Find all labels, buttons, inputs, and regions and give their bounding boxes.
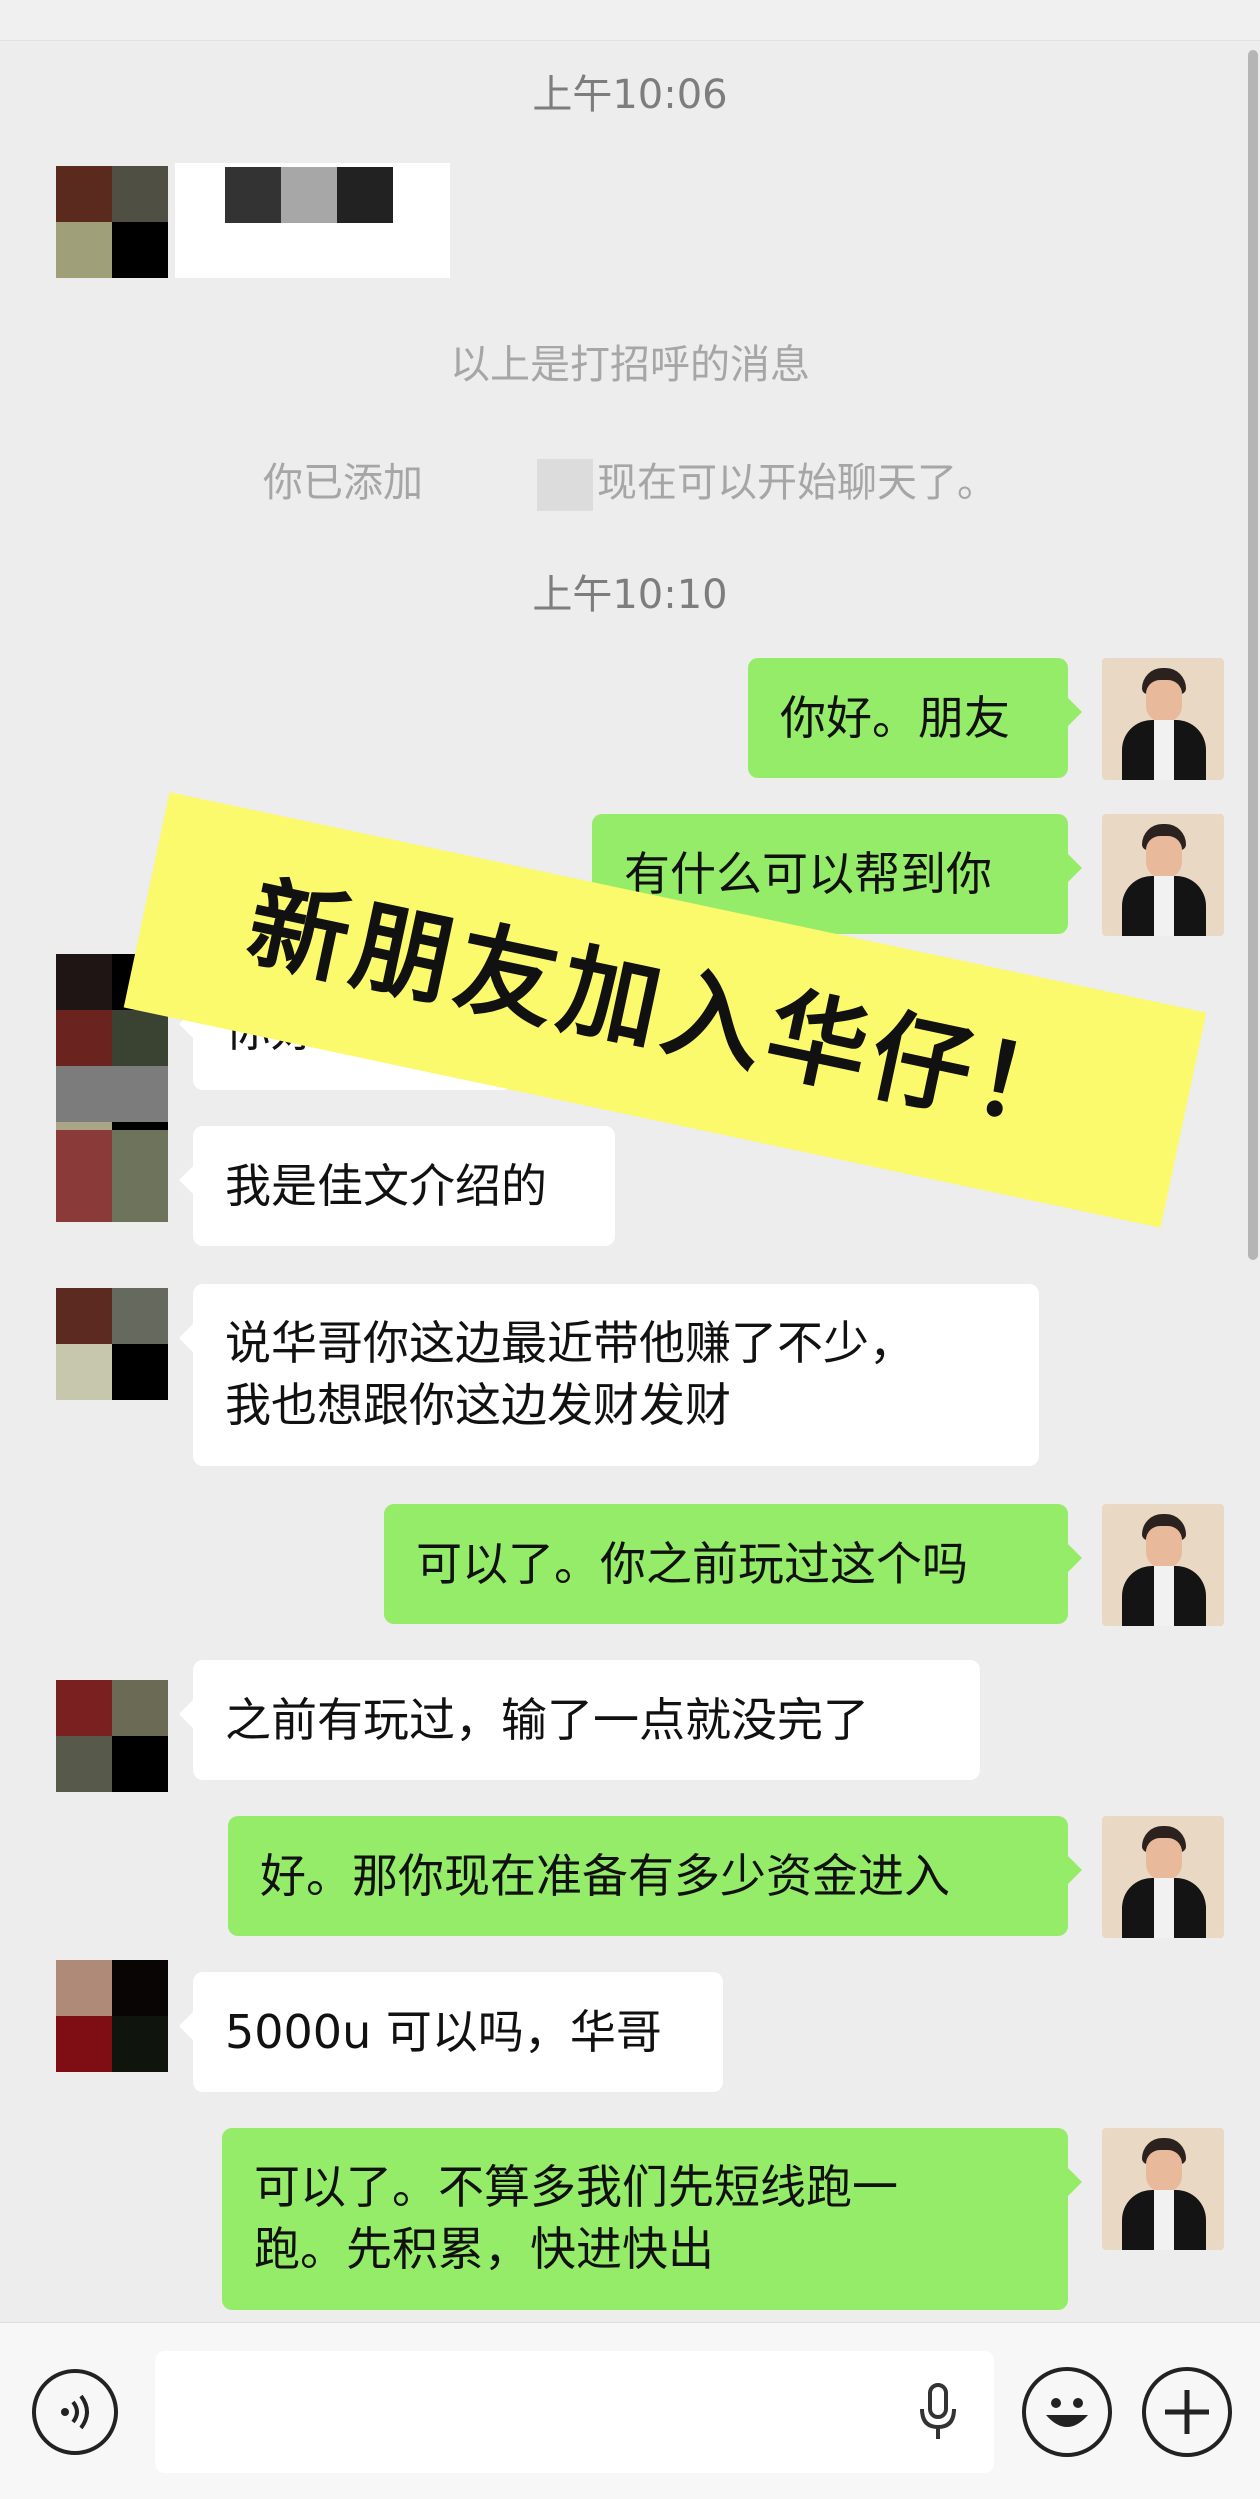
message-bubble-received[interactable]: 说华哥你这边最近带他赚了不少， 我也想跟你这边发财发财	[179, 1284, 1039, 1466]
voice-toggle-button[interactable]	[32, 2369, 118, 2455]
censored-name	[423, 465, 533, 505]
my-avatar[interactable]	[1102, 2128, 1224, 2250]
message-bubble-sent[interactable]: 可以了。你之前玩过这个吗	[384, 1504, 1082, 1624]
my-avatar[interactable]	[1102, 814, 1224, 936]
message-bubble-received[interactable]: 之前有玩过，输了一点就没完了	[179, 1660, 980, 1780]
censored-block	[537, 459, 593, 511]
top-edge	[0, 0, 1260, 41]
contact-avatar[interactable]	[56, 1130, 168, 1222]
message-line: 说华哥你这边最近带他赚了不少，	[225, 1316, 915, 1370]
friend-added-system-message: 你已添加 现在可以开始聊天了。	[0, 450, 1260, 511]
plus-button[interactable]	[1142, 2367, 1232, 2457]
emoji-icon	[1046, 2398, 1088, 2427]
voice-toggle-icon	[61, 2394, 89, 2430]
message-bubble-received[interactable]: 我是佳文介绍的	[179, 1126, 615, 1246]
scrollbar[interactable]	[1248, 50, 1258, 1260]
timestamp: 上午10:10	[532, 572, 728, 618]
my-avatar[interactable]	[1102, 1816, 1224, 1938]
message-line: 可以了。不算多我们先短线跑一	[254, 2160, 898, 2214]
message-bubble-sent[interactable]: 好。那你现在准备有多少资金进入	[228, 1816, 1082, 1936]
timestamp: 上午10:06	[532, 72, 728, 118]
message-bubble-received[interactable]: 5000u 可以吗，华哥	[179, 1972, 723, 2092]
chat-input-bar	[0, 2322, 1260, 2499]
message-bubble-sent[interactable]: 你好。朋友	[748, 658, 1082, 778]
message-line: 我也想跟你这边发财发财	[225, 1378, 731, 1432]
censored-greeting-bubble	[175, 163, 450, 278]
message-input[interactable]	[155, 2351, 994, 2473]
plus-icon	[1165, 2390, 1209, 2434]
greeting-system-message: 以上是打招呼的消息	[450, 342, 810, 388]
message-bubble-sent[interactable]: 可以了。不算多我们先短线跑一 跑。先积累，快进快出	[222, 2128, 1082, 2310]
contact-avatar[interactable]	[56, 1288, 168, 1400]
contact-avatar[interactable]	[56, 1680, 168, 1792]
contact-avatar[interactable]	[56, 1960, 168, 2072]
my-avatar[interactable]	[1102, 658, 1224, 780]
emoji-button[interactable]	[1022, 2367, 1112, 2457]
message-line: 跑。先积累，快进快出	[254, 2222, 714, 2276]
contact-avatar[interactable]	[56, 166, 168, 278]
microphone-icon[interactable]	[918, 2383, 958, 2443]
my-avatar[interactable]	[1102, 1504, 1224, 1626]
